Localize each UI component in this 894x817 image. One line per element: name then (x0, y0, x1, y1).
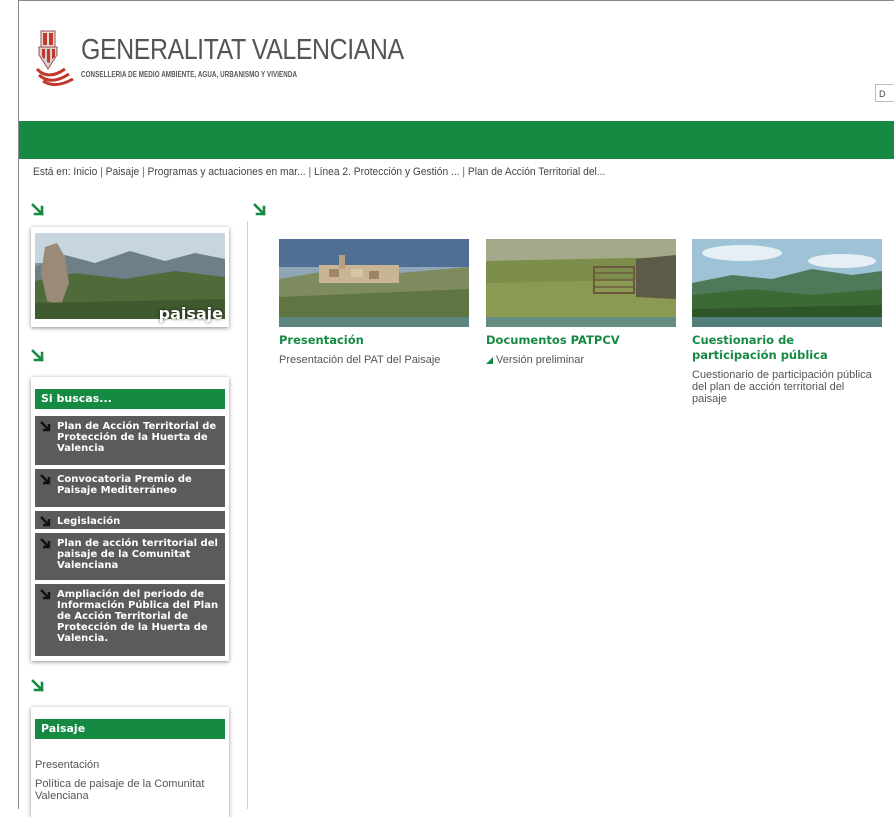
org-subtitle: CONSELLERIA DE MEDIO AMBIENTE, AGUA, URB… (81, 70, 298, 79)
si-buscas-item[interactable]: Plan de Acción Territorial de Protección… (35, 416, 225, 465)
breadcrumb-separator: | (308, 166, 312, 178)
dark-arrow-icon (40, 421, 51, 432)
si-buscas-item-label: Plan de Acción Territorial de Protección… (57, 421, 217, 454)
si-buscas-item[interactable]: Legislación (35, 511, 225, 529)
si-buscas-item[interactable]: Convocatoria Premio de Paisaje Mediterrá… (35, 469, 225, 507)
paisaje-banner[interactable]: paisaje (31, 227, 229, 327)
dark-arrow-icon (40, 589, 51, 600)
paisaje-menu-link[interactable]: Presentación (35, 759, 99, 771)
breadcrumb-prefix: Está en: (33, 166, 71, 178)
si-buscas-title: Si buscas... (35, 389, 225, 409)
si-buscas-item-label: Convocatoria Premio de Paisaje Mediterrá… (57, 474, 192, 496)
breadcrumb-item[interactable]: Plan de Acción Territorial del... (468, 166, 605, 178)
field-gate-image[interactable] (486, 239, 676, 327)
breadcrumb-item[interactable]: Inicio (73, 166, 97, 178)
green-arrow-icon (31, 679, 45, 693)
version-link-label: Versión preliminar (496, 354, 585, 366)
si-buscas-item-label: Ampliación del periodo de Información Pú… (57, 589, 219, 644)
hills-image[interactable] (692, 239, 882, 327)
tile-title[interactable]: Documentos PATPCV (486, 333, 676, 348)
si-buscas-item-label: Plan de acción territorial del paisaje d… (57, 538, 218, 571)
breadcrumb-item[interactable]: Paisaje (106, 166, 140, 178)
dark-arrow-icon (40, 516, 51, 527)
tile-title[interactable]: Presentación (279, 333, 469, 348)
si-buscas-item[interactable]: Ampliación del periodo de Información Pú… (35, 584, 225, 656)
column-divider (247, 221, 248, 809)
dark-arrow-icon (40, 538, 51, 549)
org-name: GENERALITAT VALENCIANA (81, 34, 404, 66)
coat-of-arms-logo[interactable] (35, 29, 75, 87)
triangle-bullet-icon (486, 357, 493, 364)
paisaje-menu-link[interactable]: Política de paisaje de la Comunitat Vale… (35, 778, 225, 802)
breadcrumb-separator: | (142, 166, 145, 178)
version-link[interactable]: Versión preliminar (486, 354, 676, 366)
paisaje-banner-label: paisaje (158, 304, 223, 323)
green-arrow-icon (253, 203, 267, 217)
language-select[interactable]: D (875, 84, 894, 102)
content-tile: Cuestionario de participación pública Cu… (692, 239, 882, 405)
dark-arrow-icon (40, 474, 51, 485)
content-tile: Presentación Presentación del PAT del Pa… (279, 239, 469, 366)
paisaje-menu-box: Paisaje Presentación Política de paisaje… (31, 707, 229, 817)
breadcrumb-item[interactable]: Línea 2. Protección y Gestión ... (314, 166, 460, 178)
breadcrumb-separator: | (462, 166, 466, 178)
green-arrow-icon (31, 203, 45, 217)
sidebar: paisaje Si buscas... Plan de Acción Terr… (19, 221, 247, 817)
si-buscas-item-label: Legislación (57, 516, 121, 527)
breadcrumb-item[interactable]: Programas y actuaciones en mar... (148, 166, 306, 178)
top-nav-bar (19, 121, 894, 159)
si-buscas-box: Si buscas... Plan de Acción Territorial … (31, 377, 229, 661)
tile-description: Presentación del PAT del Paisaje (279, 354, 441, 366)
breadcrumb: Está en: Inicio | Paisaje | Programas y … (33, 166, 605, 178)
paisaje-menu-title: Paisaje (35, 719, 225, 739)
si-buscas-item[interactable]: Plan de acción territorial del paisaje d… (35, 533, 225, 580)
village-image[interactable] (279, 239, 469, 327)
content-tile: Documentos PATPCV Versión preliminar (486, 239, 676, 366)
green-arrow-icon (31, 349, 45, 363)
tile-title[interactable]: Cuestionario de participación pública (692, 333, 882, 363)
tile-description: Cuestionario de participación pública de… (692, 369, 872, 405)
page-frame: GENERALITAT VALENCIANA CONSELLERIA DE ME… (18, 0, 894, 817)
breadcrumb-separator: | (100, 166, 103, 178)
